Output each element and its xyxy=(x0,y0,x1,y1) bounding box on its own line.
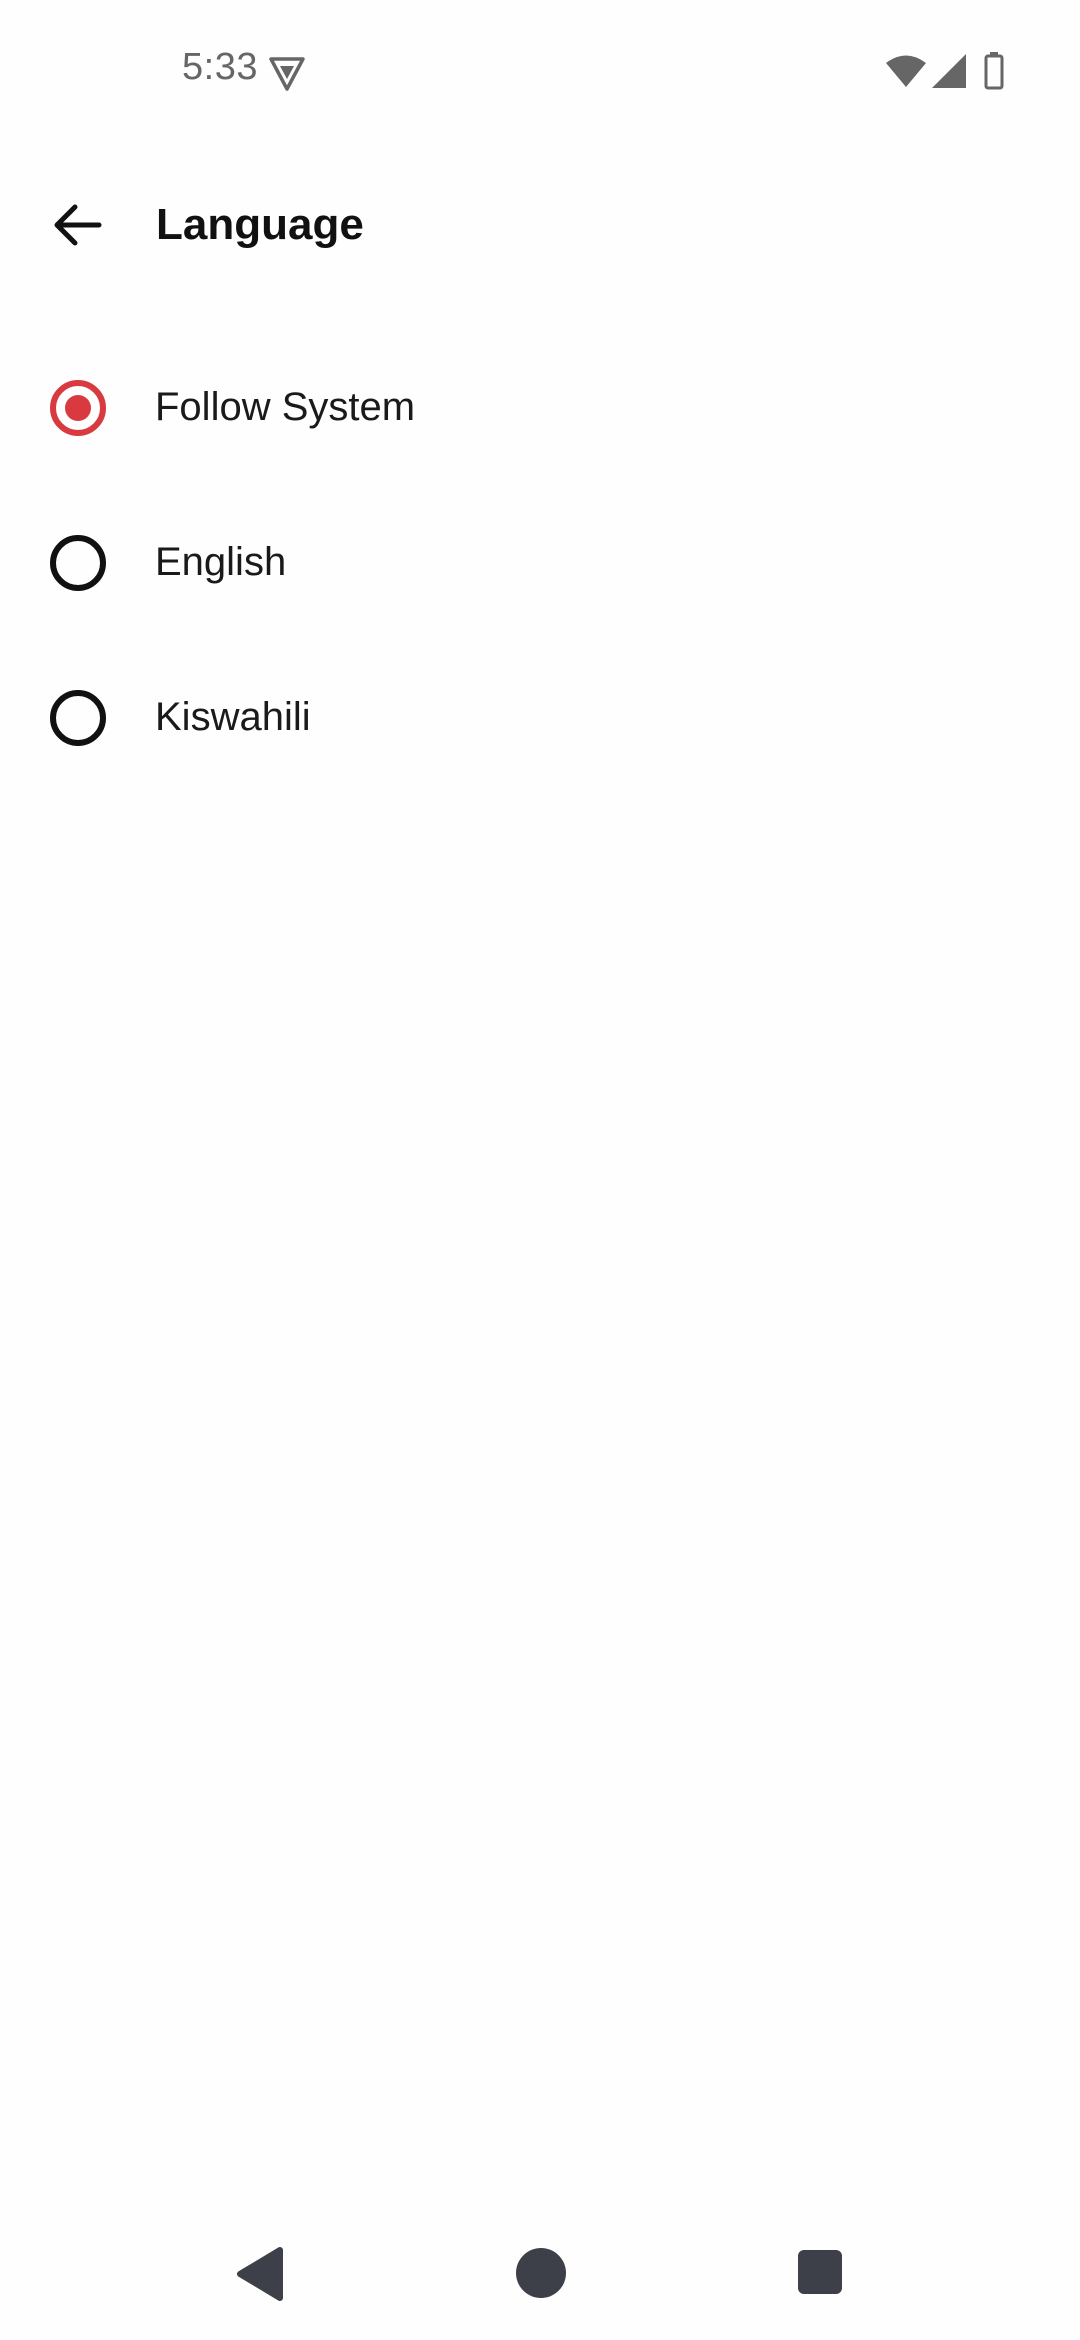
shield-vpn-icon xyxy=(269,57,305,91)
language-settings-screen: 5:33 Language Follow System English Kisw… xyxy=(0,0,1080,2340)
radio-dot xyxy=(65,394,91,421)
language-option-kiswahili[interactable]: Kiswahili xyxy=(0,640,1080,795)
language-option-follow-system[interactable]: Follow System xyxy=(0,330,1080,485)
arrow-left-icon xyxy=(54,204,102,246)
battery-icon xyxy=(984,52,1004,90)
cell-signal-icon xyxy=(932,54,966,88)
triangle-back-icon[interactable] xyxy=(234,2246,284,2302)
status-bar: 5:33 xyxy=(0,0,1080,140)
radio-button[interactable] xyxy=(50,534,106,591)
language-option-label: Follow System xyxy=(155,385,416,429)
app-bar: Language xyxy=(0,170,1080,280)
language-option-label: English xyxy=(155,540,287,584)
status-time: 5:33 xyxy=(182,46,258,88)
language-option-english[interactable]: English xyxy=(0,485,1080,640)
wifi-icon xyxy=(886,55,926,87)
page-title: Language xyxy=(156,200,364,249)
radio-button-checked[interactable] xyxy=(50,379,106,436)
circle-home-icon[interactable] xyxy=(516,2248,566,2298)
language-options-list: Follow System English Kiswahili xyxy=(0,330,1080,795)
language-option-label: Kiswahili xyxy=(155,695,311,739)
back-button[interactable] xyxy=(32,180,122,270)
radio-button[interactable] xyxy=(50,689,106,746)
system-navigation-bar xyxy=(0,2220,1080,2340)
square-recents-icon[interactable] xyxy=(798,2250,842,2294)
